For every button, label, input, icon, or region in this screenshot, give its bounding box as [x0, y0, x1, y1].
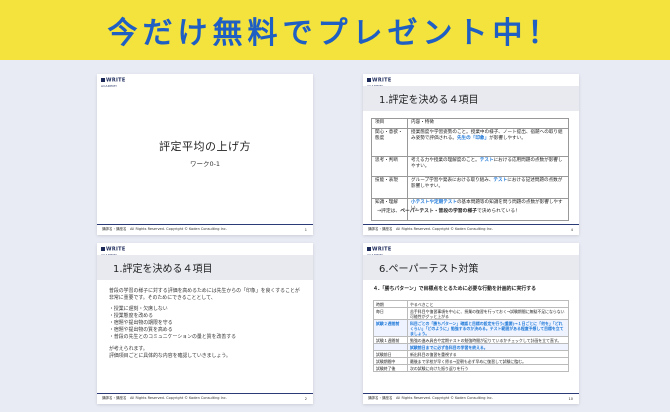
- slide-body: 普段の学習の様子に対する評価を高めるためには先生からの「印象」を良くすることが非…: [109, 288, 303, 360]
- slide-heading: 1.評定を決める４項目: [363, 86, 579, 111]
- evaluation-items-table: 項目 内容・特徴 関心・意欲・態度 授業態度や学習姿勢のこと。授業中の様子、ノート提…: [371, 118, 569, 221]
- page-number: 2: [304, 397, 307, 401]
- outro-text: 評価項目ごとに具体的な内容を確認していきましょう。: [109, 353, 231, 359]
- banner-text: 今だけ無料でプレゼント中！: [107, 16, 563, 51]
- footer-divider: [97, 224, 313, 225]
- slide-heading: 6.ペーパーテスト対策: [363, 255, 579, 280]
- footer-copyright: 講師名・講座名 All Rights Reserved. Copyright ©…: [102, 227, 227, 231]
- footer-divider: [363, 224, 579, 225]
- slide-thumbnail-3[interactable]: WRITE ACADEMY 1.評定を決める４項目 普段の学習の様子に対する評価…: [97, 243, 313, 404]
- table-row: 試験前日 新出科目の復習を重視する: [373, 350, 569, 358]
- footer-copyright: 講師名・講座名 All Rights Reserved. Copyright ©…: [102, 396, 227, 400]
- list-item: ・授業態度を改める: [109, 313, 154, 319]
- logo-mark-icon: [367, 247, 371, 251]
- promo-banner: 今だけ無料でプレゼント中！: [0, 0, 670, 60]
- list-item: ・宿題や提出物の質を高める: [109, 327, 173, 333]
- logo-mark-icon: [101, 78, 105, 82]
- slide-thumbnail-2[interactable]: WRITE ACADEMY 1.評定を決める４項目 項目内容・特徴 関心・意欲・…: [363, 74, 579, 235]
- page-number: 10: [568, 397, 573, 401]
- intro-text: 普段の学習の様子に対する評価を高めるためには先生からの「印象」を良くすることが非…: [109, 288, 300, 301]
- page-number: 4: [570, 228, 573, 232]
- slide-heading: 1.評定を決める４項目: [97, 255, 313, 280]
- schedule-table: 時期 やるべきこと 毎日 苦手科目や復習事項を中心に、授業の復習を行っておく→試験期…: [373, 300, 569, 372]
- table-row: 時期 やるべきこと: [373, 300, 569, 308]
- table-row: 関心・意欲・態度 授業態度や学習姿勢のこと。授業中の様子、ノート提出、宿題への取り…: [371, 128, 569, 157]
- table-row: 項目 内容・特徴: [371, 118, 569, 129]
- slide-subheading: ４.「勝ちパターン」で目標点をとるために必要な行動を計画的に実行する: [373, 286, 537, 292]
- slide-conclusion: →評定は、ペーパーテスト・普段の学習の様子で決められている！: [377, 209, 520, 214]
- table-row: 試験期間中 最後まで学校が早く帰る→翌朝も必ず早めに復習して試験に臨む。: [373, 357, 569, 365]
- list-item: ・普段の先生とのコミュニケーションの量と質を改善する: [109, 334, 237, 340]
- slide-title: 評定平均の上げ方: [159, 140, 251, 153]
- outro-text: が考えられます。: [109, 346, 148, 352]
- table-row: 思考・判断 考える力や授業の理解度のこと。テストにおける応用問題の点数が影響しやす…: [371, 156, 569, 177]
- footer-divider: [97, 393, 313, 394]
- table-row: 試験２週間前 科目ごとの「勝ちパターン」確認と目標の設定を行う(重要)→１日ごとに…: [373, 319, 569, 337]
- table-row: 試験終了後 次の試験に向けた振り返りを行う: [373, 364, 569, 372]
- table-row: 試験前日までに必ず各科目の学習を終える。: [373, 343, 569, 351]
- list-item: ・宿題や提出物の期限を守る: [109, 320, 173, 326]
- table-row: 試験１週間前 勉強の進み具合や定期テストの勉強時間が足りているかチェックして計画を…: [373, 336, 569, 344]
- footer-divider: [363, 393, 579, 394]
- slide-thumbnail-1[interactable]: WRITE ACADEMY 評定平均の上げ方 ワーク0-1 講師名・講座名 Al…: [97, 74, 313, 235]
- slide-thumbnail-4[interactable]: WRITE ACADEMY 6.ペーパーテスト対策 ４.「勝ちパターン」で目標点…: [363, 243, 579, 404]
- slide-subtitle: ワーク0-1: [189, 160, 221, 168]
- bullet-list: ・授業に遅刻・欠席しない ・授業態度を改める ・宿題や提出物の期限を守る ・宿題…: [109, 306, 303, 341]
- table-row: 技能・表現 グループ学習や発表における取り組み、テストにおける記述問題の点数が影響…: [371, 176, 569, 199]
- write-academy-logo: WRITE ACADEMY: [101, 77, 126, 88]
- table-row: 毎日 苦手科目や復習事項を中心に、授業の復習を行っておく→試験期間に無駄不足になら…: [373, 307, 569, 320]
- logo-mark-icon: [367, 78, 371, 82]
- page-number: 1: [304, 228, 307, 232]
- list-item: ・授業に遅刻・欠席しない: [109, 306, 168, 312]
- footer-copyright: 講師名・講座名 All Rights Reserved. Copyright ©…: [368, 227, 493, 231]
- footer-copyright: 講師名・講座名 All Rights Reserved. Copyright ©…: [368, 396, 493, 400]
- logo-mark-icon: [101, 247, 105, 251]
